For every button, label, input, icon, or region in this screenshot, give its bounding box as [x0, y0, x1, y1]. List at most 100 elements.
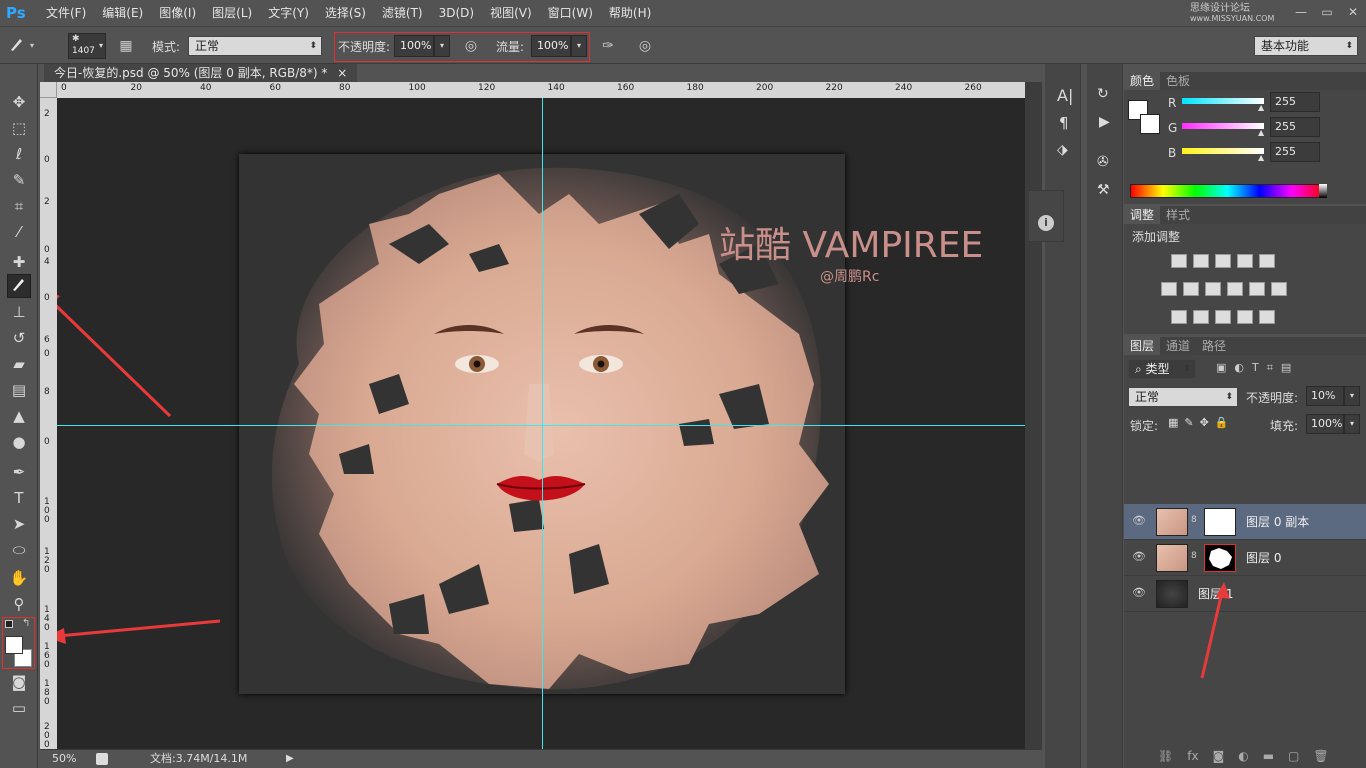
workspace-select[interactable]: 基本功能 — [1254, 36, 1358, 56]
photo-filter-icon[interactable] — [1227, 282, 1243, 296]
history-icon[interactable]: ↻ — [1097, 86, 1109, 102]
color-lookup-icon[interactable] — [1271, 282, 1287, 296]
vibrance-icon[interactable] — [1259, 254, 1275, 268]
close-icon[interactable]: × — [337, 66, 347, 80]
marquee-tool-icon[interactable]: ⬚ — [7, 116, 31, 140]
slider-thumb-icon[interactable]: ▲ — [1258, 153, 1264, 162]
gradient-icon[interactable]: ▤ — [7, 378, 31, 402]
hue-saturation-icon[interactable] — [1161, 282, 1177, 296]
add-mask-icon[interactable]: ◙ — [1213, 749, 1225, 763]
eyedropper-icon[interactable]: ⁄ — [7, 220, 31, 244]
eraser-icon[interactable]: ▰ — [7, 352, 31, 376]
gradient-map-icon[interactable] — [1259, 310, 1275, 324]
opacity-dropdown-icon[interactable]: ▾ — [434, 35, 450, 57]
history-brush-icon[interactable]: ↺ — [7, 326, 31, 350]
restore-button[interactable]: ▭ — [1314, 0, 1340, 26]
path-select-icon[interactable]: ➤ — [7, 512, 31, 536]
threshold-icon[interactable] — [1215, 310, 1231, 324]
slider-thumb-icon[interactable]: ▲ — [1258, 103, 1264, 112]
invert-icon[interactable] — [1171, 310, 1187, 324]
channel-value-input[interactable]: 255 — [1270, 142, 1320, 162]
actions-icon[interactable]: ▶ — [1099, 114, 1110, 130]
menu-item[interactable]: 选择(S) — [317, 0, 374, 26]
channel-mixer-icon[interactable] — [1249, 282, 1265, 296]
link-layers-icon[interactable]: ⛓ — [1158, 749, 1173, 763]
channel-value-input[interactable]: 255 — [1270, 92, 1320, 112]
tool-presets-icon[interactable]: ⚒ — [1097, 182, 1110, 198]
menu-item[interactable]: 帮助(H) — [601, 0, 659, 26]
channel-slider[interactable] — [1182, 148, 1264, 154]
quick-select-icon[interactable]: ✎ — [7, 168, 31, 192]
document-tab[interactable]: 今日-恢复的.psd @ 50% (图层 0 副本, RGB/8*) * × — [44, 64, 358, 82]
type-icon[interactable]: T — [7, 486, 31, 510]
quick-mask-icon[interactable]: ◙ — [7, 670, 31, 694]
menu-item[interactable]: 编辑(E) — [94, 0, 151, 26]
ellipse-icon[interactable]: ⬭ — [7, 538, 31, 562]
channel-slider[interactable] — [1182, 98, 1264, 104]
tool-preset-icon[interactable] — [6, 35, 28, 57]
brush-picker[interactable]: ✱ 1407 ▾ — [68, 33, 106, 59]
brush-panel-icon[interactable]: ▦ — [115, 35, 137, 57]
black-white-icon[interactable] — [1205, 282, 1221, 296]
stamp-icon[interactable]: ⊥ — [7, 300, 31, 324]
menu-item[interactable]: 视图(V) — [482, 0, 540, 26]
flow-input[interactable]: 100% — [531, 35, 571, 57]
color-balance-icon[interactable] — [1183, 282, 1199, 296]
tab-swatches[interactable]: 色板 — [1160, 72, 1196, 90]
screen-mode-icon[interactable]: ▭ — [7, 696, 31, 720]
blur-icon[interactable]: ▲ — [7, 404, 31, 428]
opacity-input[interactable]: 100% — [394, 35, 434, 57]
brush-icon[interactable] — [7, 274, 31, 298]
hand-icon[interactable]: ✋ — [7, 566, 31, 590]
bg-color-swatch[interactable] — [1140, 114, 1160, 134]
airbrush-icon[interactable]: ✑ — [597, 35, 619, 57]
dodge-icon[interactable]: ● — [7, 430, 31, 454]
zoom-level[interactable]: 50% — [52, 750, 76, 768]
paragraph-icon[interactable]: ¶ — [1059, 114, 1069, 132]
status-menu-icon[interactable]: ▶ — [286, 750, 294, 768]
menu-item[interactable]: 窗口(W) — [540, 0, 601, 26]
minimize-button[interactable]: — — [1288, 0, 1314, 26]
trash-icon[interactable]: 🗑 — [1313, 749, 1328, 763]
brightness-icon[interactable] — [1171, 254, 1187, 268]
canvas-area[interactable]: 站酷 VAMPIREE @周鹏Rc — [57, 98, 1025, 749]
menu-item[interactable]: 图像(I) — [151, 0, 204, 26]
crop-icon[interactable]: ⌗ — [7, 194, 31, 218]
levels-icon[interactable] — [1193, 254, 1209, 268]
pen-icon[interactable]: ✒ — [7, 460, 31, 484]
menu-item[interactable]: 滤镜(T) — [374, 0, 431, 26]
vertical-scrollbar[interactable] — [1025, 82, 1042, 749]
zoom-icon[interactable]: ⚲ — [7, 592, 31, 616]
flow-dropdown-icon[interactable]: ▾ — [571, 35, 587, 57]
color-ramp-bw[interactable] — [1319, 184, 1327, 198]
curves-icon[interactable] — [1215, 254, 1231, 268]
tab-styles[interactable]: 样式 — [1160, 206, 1196, 224]
pressure-size-icon[interactable]: ◎ — [634, 35, 656, 57]
3d-icon[interactable]: ⬗ — [1057, 142, 1068, 158]
adjustment-layer-icon[interactable]: ◐ — [1238, 749, 1248, 763]
doc-info-icon[interactable] — [96, 753, 108, 765]
exposure-icon[interactable] — [1237, 254, 1253, 268]
foreground-color-swatch[interactable] — [5, 636, 23, 654]
slider-thumb-icon[interactable]: ▲ — [1258, 128, 1264, 137]
info-icon[interactable]: i — [1038, 215, 1054, 231]
channel-slider[interactable] — [1182, 123, 1264, 129]
mode-select[interactable]: 正常 — [188, 36, 322, 56]
channel-value-input[interactable]: 255 — [1270, 117, 1320, 137]
menu-item[interactable]: 3D(D) — [431, 0, 482, 26]
pressure-opacity-icon[interactable]: ◎ — [460, 35, 482, 57]
posterize-icon[interactable] — [1193, 310, 1209, 324]
close-button[interactable]: ✕ — [1340, 0, 1366, 26]
character-icon[interactable]: A| — [1057, 86, 1073, 105]
lasso-tool-icon[interactable]: ℓ — [7, 142, 31, 166]
tab-adjustments[interactable]: 调整 — [1124, 206, 1161, 224]
color-ramp[interactable] — [1130, 184, 1325, 198]
swap-colors-icon[interactable]: ↰ — [22, 618, 30, 629]
menu-item[interactable]: 文件(F) — [38, 0, 94, 26]
tab-color[interactable]: 颜色 — [1124, 72, 1161, 90]
selective-color-icon[interactable] — [1237, 310, 1253, 324]
new-layer-icon[interactable]: ▢ — [1288, 749, 1299, 763]
folder-icon[interactable]: ▬ — [1263, 749, 1274, 763]
menu-item[interactable]: 图层(L) — [204, 0, 260, 26]
move-tool-icon[interactable]: ✥ — [7, 90, 31, 114]
